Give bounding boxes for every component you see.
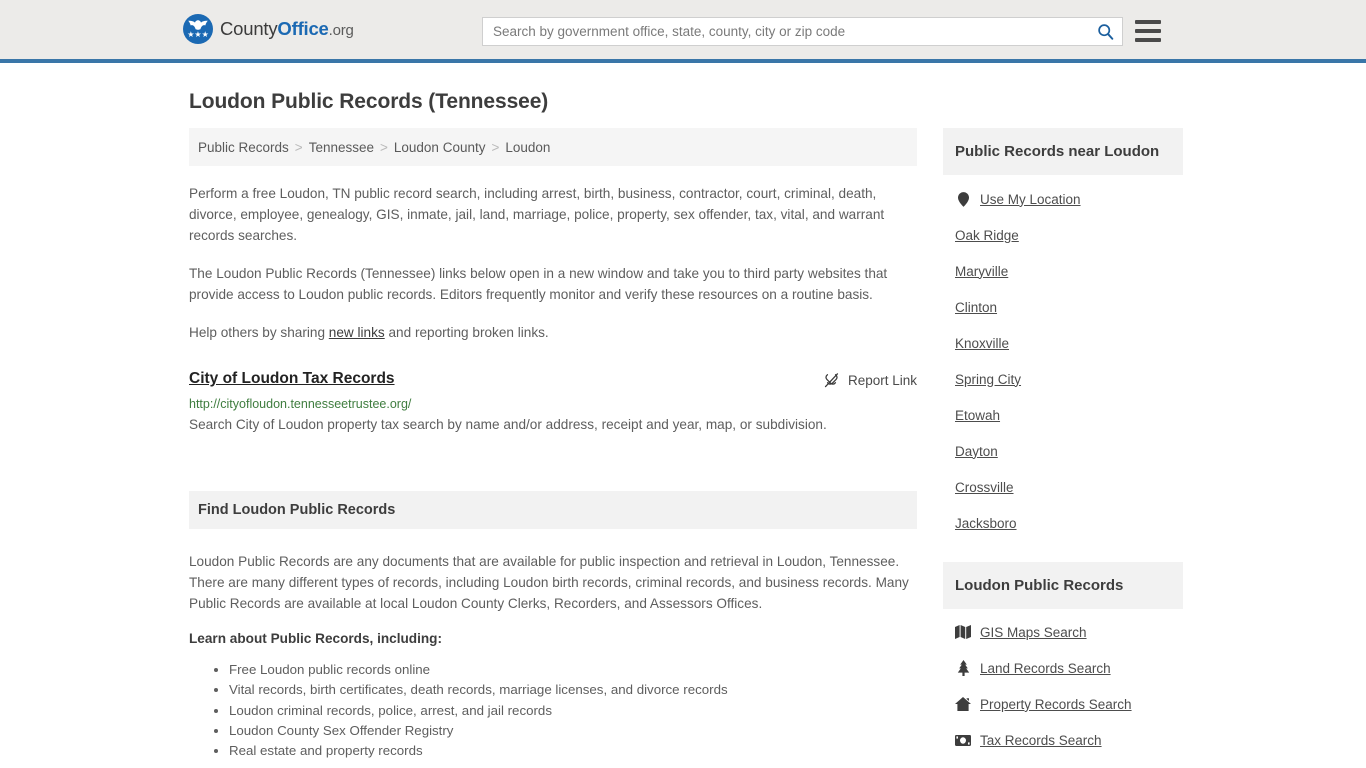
sidebar-item-label[interactable]: Spring City [955, 372, 1021, 387]
sidebar-item-use-my-location[interactable]: Use My Location [943, 181, 1183, 217]
list-item: Vital records, birth certificates, death… [229, 680, 917, 700]
sidebar-item-dayton[interactable]: Dayton [943, 433, 1183, 469]
breadcrumb-separator-2: > [491, 139, 500, 155]
map-icon [955, 624, 971, 640]
main-column: Public Records > Tennessee > Loudon Coun… [189, 128, 917, 762]
sidebar: Public Records near Loudon Use My Locati… [943, 128, 1183, 762]
search-bar[interactable] [482, 17, 1123, 46]
record-description: Search City of Loudon property tax searc… [189, 417, 827, 433]
sidebar-item-label[interactable]: Land Records Search [980, 661, 1111, 676]
sidebar-records-heading: Loudon Public Records [943, 562, 1183, 610]
sidebar-item-knoxville[interactable]: Knoxville [943, 325, 1183, 361]
logo-text-part2: Office [277, 18, 329, 39]
map-pin-glyph [957, 191, 969, 207]
house-glyph [955, 697, 971, 712]
sidebar-nearby-heading: Public Records near Loudon [943, 128, 1183, 176]
hamburger-bar-3 [1135, 38, 1161, 42]
sidebar-nearby-list: Use My Location Oak Ridge Maryville Clin… [943, 181, 1183, 541]
sidebar-item-label[interactable]: Use My Location [980, 192, 1081, 207]
tree-glyph [957, 660, 969, 677]
record-entry: City of Loudon Tax Records Report Link h… [189, 370, 917, 437]
section-body: Loudon Public Records are any documents … [189, 529, 917, 762]
broken-link-icon [824, 373, 839, 388]
sidebar-item-label[interactable]: Property Records Search [980, 697, 1132, 712]
breadcrumb-item-2[interactable]: Loudon County [394, 140, 486, 155]
hamburger-bar-1 [1135, 20, 1161, 24]
breadcrumb: Public Records > Tennessee > Loudon Coun… [189, 128, 917, 166]
breadcrumb-item-1[interactable]: Tennessee [309, 140, 374, 155]
sidebar-item-tax-records-search[interactable]: Tax Records Search [943, 722, 1183, 758]
logo-text: CountyOffice.org [220, 18, 354, 40]
page-title: Loudon Public Records (Tennessee) [189, 90, 549, 113]
sidebar-item-spring-city[interactable]: Spring City [943, 361, 1183, 397]
section-bullet-list: Free Loudon public records online Vital … [189, 660, 917, 762]
logo-text-part1: County [220, 18, 278, 39]
report-link-label: Report Link [847, 373, 917, 389]
sidebar-item-label[interactable]: Knoxville [955, 336, 1009, 351]
sidebar-item-label[interactable]: Etowah [955, 408, 1000, 423]
sidebar-item-label[interactable]: Oak Ridge [955, 228, 1019, 243]
sidebar-item-label[interactable]: Maryville [955, 264, 1008, 279]
search-input[interactable] [483, 18, 1088, 45]
intro-p3-before: Help others by sharing [189, 325, 329, 341]
sidebar-item-label[interactable]: Dayton [955, 444, 998, 459]
breadcrumb-item-0[interactable]: Public Records [198, 140, 289, 155]
header-inner: ★★★ CountyOffice.org [183, 0, 1183, 63]
tree-icon [955, 660, 971, 677]
intro-paragraph-3: Help others by sharing new links and rep… [189, 322, 917, 343]
eagle-seal-logo-icon: ★★★ [183, 14, 213, 44]
sidebar-item-property-records-search[interactable]: Property Records Search [943, 686, 1183, 722]
sidebar-records-list: GIS Maps Search Land Records Search Prop… [943, 609, 1183, 758]
intro-p3-after: and reporting broken links. [384, 325, 549, 341]
money-icon [955, 732, 971, 748]
sidebar-records-block: Loudon Public Records GIS Maps Search La… [943, 562, 1183, 758]
logo-text-part3: .org [328, 22, 354, 39]
search-button[interactable] [1088, 18, 1122, 45]
report-link-button[interactable]: Report Link [823, 370, 917, 389]
sidebar-item-label[interactable]: Clinton [955, 300, 997, 315]
record-url: http://cityofloudon.tennesseetrustee.org… [189, 397, 412, 412]
sidebar-item-crossville[interactable]: Crossville [943, 469, 1183, 505]
site-header: ★★★ CountyOffice.org [0, 0, 1366, 63]
list-item: Real estate and property records [229, 741, 917, 761]
money-glyph [955, 734, 971, 746]
sidebar-item-maryville[interactable]: Maryville [943, 253, 1183, 289]
site-logo[interactable]: ★★★ CountyOffice.org [183, 14, 354, 44]
stars-icon: ★★★ [187, 30, 209, 39]
house-icon [955, 696, 971, 712]
list-item: Loudon criminal records, police, arrest,… [229, 701, 917, 721]
find-records-section: Find Loudon Public Records Loudon Public… [189, 491, 917, 762]
map-glyph [955, 625, 971, 640]
page-layout: Public Records > Tennessee > Loudon Coun… [183, 128, 1183, 762]
map-pin-icon [955, 191, 971, 207]
section-lead-in: Learn about Public Records, including: [189, 631, 443, 647]
sidebar-item-oak-ridge[interactable]: Oak Ridge [943, 217, 1183, 253]
new-links-link[interactable]: new links [329, 325, 385, 340]
sidebar-item-label[interactable]: GIS Maps Search [980, 625, 1087, 640]
sidebar-item-label[interactable]: Crossville [955, 480, 1014, 495]
hamburger-bar-2 [1135, 29, 1161, 33]
hamburger-menu-icon[interactable] [1135, 20, 1161, 42]
breadcrumb-separator-1: > [380, 139, 388, 155]
sidebar-item-label[interactable]: Jacksboro [955, 516, 1017, 531]
sidebar-item-jacksboro[interactable]: Jacksboro [943, 505, 1183, 541]
search-icon [1097, 24, 1113, 40]
breadcrumb-separator-0: > [294, 139, 303, 155]
record-header: City of Loudon Tax Records Report Link [189, 370, 917, 389]
sidebar-item-gis-maps-search[interactable]: GIS Maps Search [943, 614, 1183, 650]
intro-paragraph-2: The Loudon Public Records (Tennessee) li… [189, 266, 888, 303]
sidebar-item-clinton[interactable]: Clinton [943, 289, 1183, 325]
sidebar-item-land-records-search[interactable]: Land Records Search [943, 650, 1183, 686]
list-item: Free Loudon public records online [229, 660, 917, 680]
record-title-link[interactable]: City of Loudon Tax Records [189, 370, 395, 388]
sidebar-item-label[interactable]: Tax Records Search [980, 733, 1102, 748]
section-heading: Find Loudon Public Records [189, 491, 917, 530]
section-paragraph: Loudon Public Records are any documents … [189, 554, 909, 612]
breadcrumb-item-3: Loudon [505, 139, 551, 155]
page-container: Loudon Public Records (Tennessee) Public… [183, 90, 1183, 762]
list-item: Loudon County Sex Offender Registry [229, 721, 917, 741]
sidebar-item-etowah[interactable]: Etowah [943, 397, 1183, 433]
intro-paragraph-1: Perform a free Loudon, TN public record … [189, 186, 885, 244]
